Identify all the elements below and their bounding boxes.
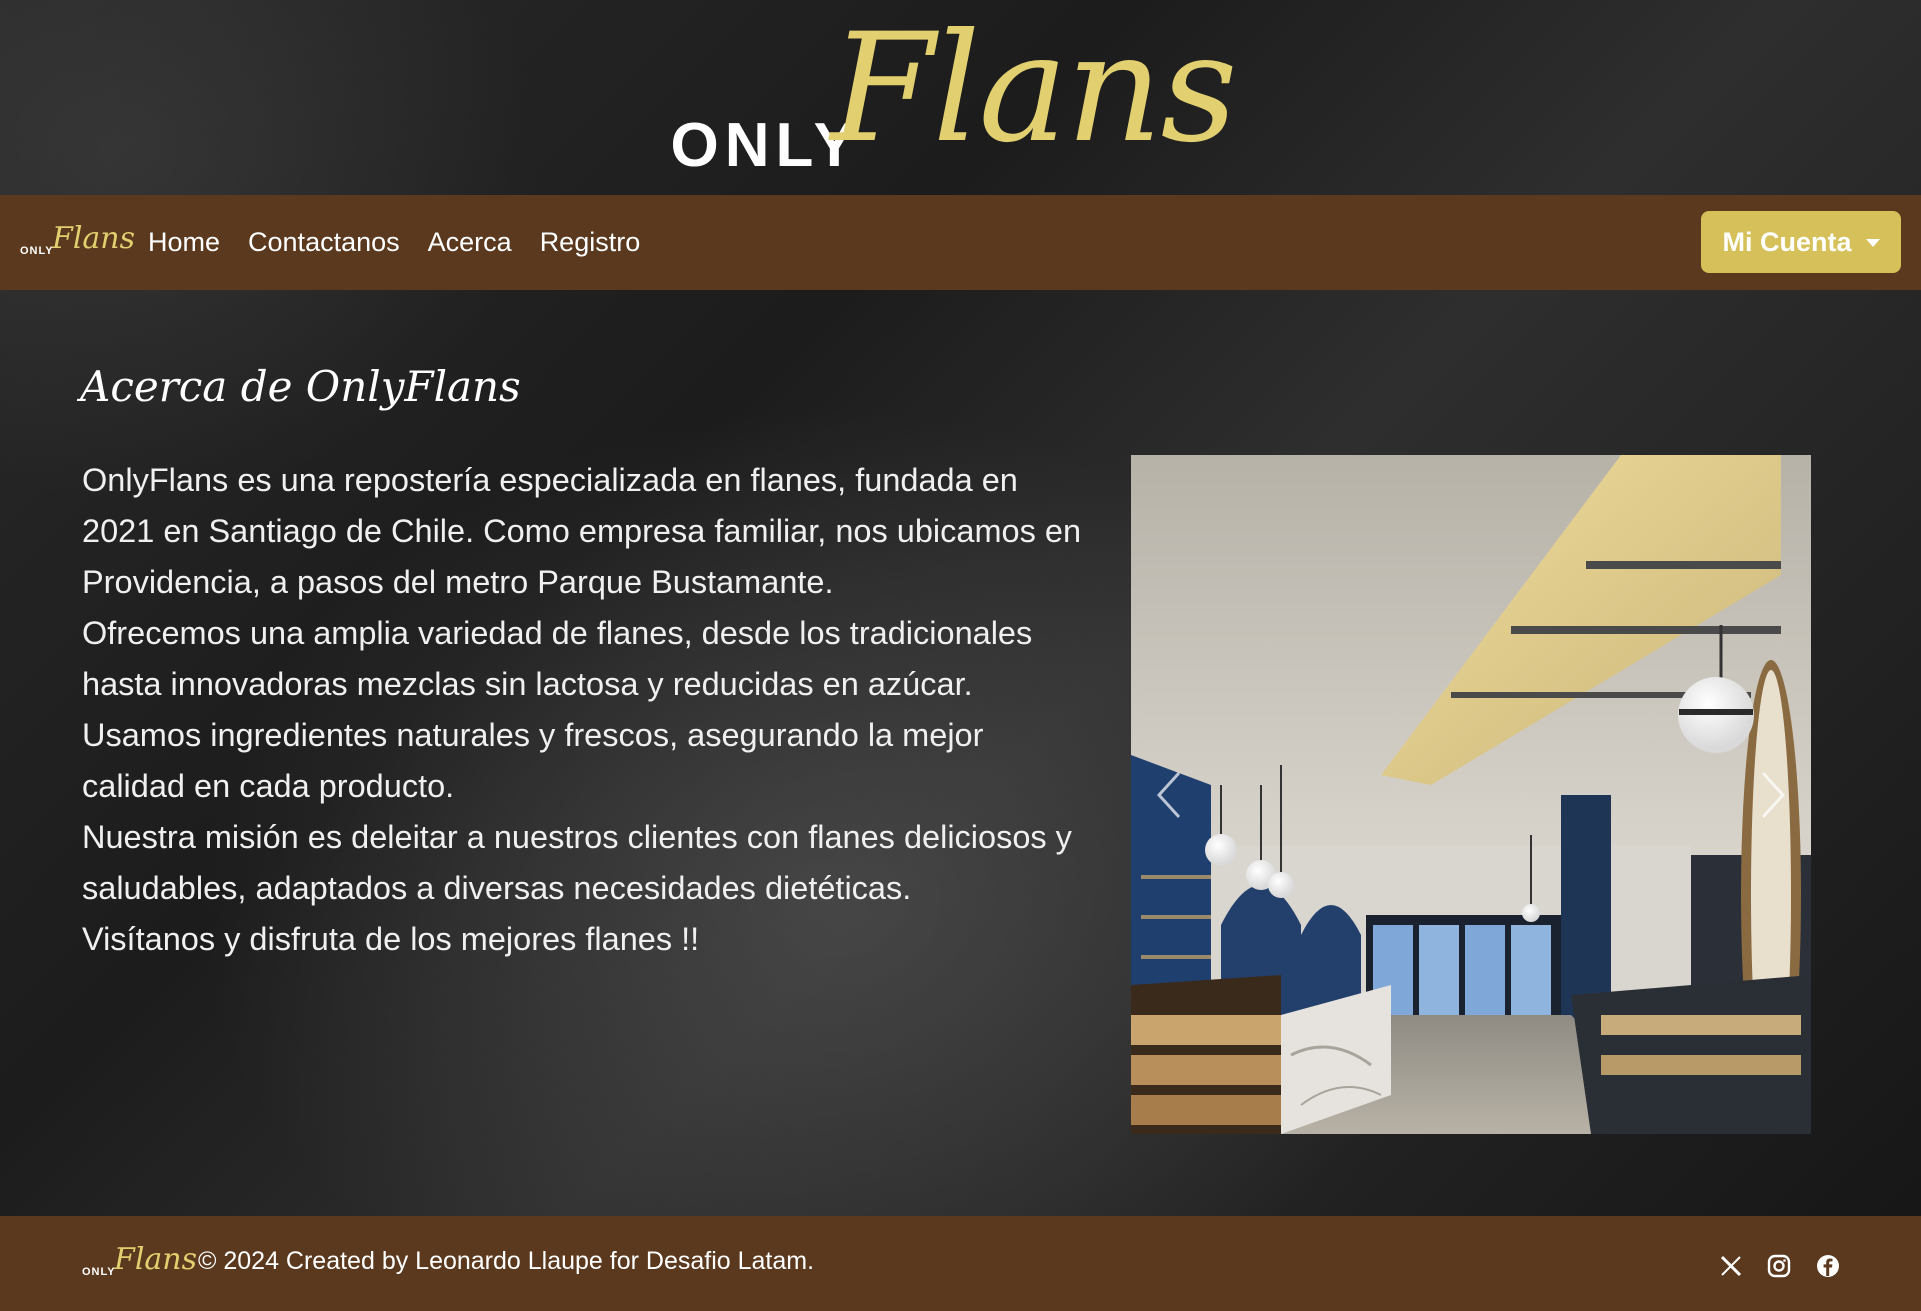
about-paragraph: Nuestra misión es deleitar a nuestros cl… [82, 819, 1072, 906]
about-paragraph: Usamos ingredientes naturales y frescos,… [82, 717, 984, 804]
navbar-logo[interactable]: ONLY Flans [20, 221, 135, 263]
nav-link-home[interactable]: Home [134, 227, 234, 258]
footer-logo[interactable]: ONLY Flans [82, 1242, 197, 1284]
nav-link-contactanos[interactable]: Contactanos [234, 227, 414, 258]
chevron-left-icon [1156, 771, 1181, 819]
account-dropdown-button[interactable]: Mi Cuenta [1701, 211, 1901, 273]
page-title: Acerca de OnlyFlans [80, 362, 521, 411]
about-description: OnlyFlans es una repostería especializad… [82, 455, 1082, 965]
brand-logo-flans: Flans [830, 2, 1238, 176]
nav-links: Home Contactanos Acerca Registro [134, 227, 654, 258]
brand-logo[interactable]: ONLY Flans [661, 2, 1261, 185]
nav-link-acerca[interactable]: Acerca [414, 227, 526, 258]
navbar: ONLY Flans Home Contactanos Acerca Regis… [0, 195, 1921, 290]
caret-down-icon [1865, 239, 1880, 247]
about-paragraph: Ofrecemos una amplia variedad de flanes,… [82, 615, 1033, 702]
store-interior-image [1131, 455, 1811, 1134]
instagram-icon[interactable] [1766, 1253, 1792, 1279]
nav-link-registro[interactable]: Registro [526, 227, 655, 258]
navbar-logo-only: ONLY [20, 244, 54, 257]
carousel-next-button[interactable] [1751, 755, 1811, 835]
chevron-right-icon [1761, 771, 1786, 819]
site-footer: ONLY Flans © 2024 Created by Leonardo Ll… [0, 1216, 1921, 1311]
about-paragraph: OnlyFlans es una repostería especializad… [82, 462, 1082, 600]
about-paragraph: Visítanos y disfruta de los mejores flan… [82, 921, 700, 957]
facebook-icon[interactable] [1815, 1253, 1841, 1279]
site-header: ONLY Flans [0, 0, 1921, 195]
x-icon[interactable] [1718, 1253, 1744, 1279]
page: ONLY Flans ONLY Flans Home Contactanos A… [0, 0, 1921, 1311]
footer-copyright: © 2024 Created by Leonardo Llaupe for De… [198, 1247, 815, 1275]
footer-logo-flans: Flans [114, 1242, 198, 1277]
account-dropdown-label: Mi Cuenta [1722, 226, 1852, 257]
store-image-carousel[interactable] [1131, 455, 1811, 1134]
carousel-prev-button[interactable] [1131, 755, 1191, 835]
navbar-logo-flans: Flans [52, 220, 136, 256]
footer-logo-only: ONLY [82, 1266, 116, 1278]
